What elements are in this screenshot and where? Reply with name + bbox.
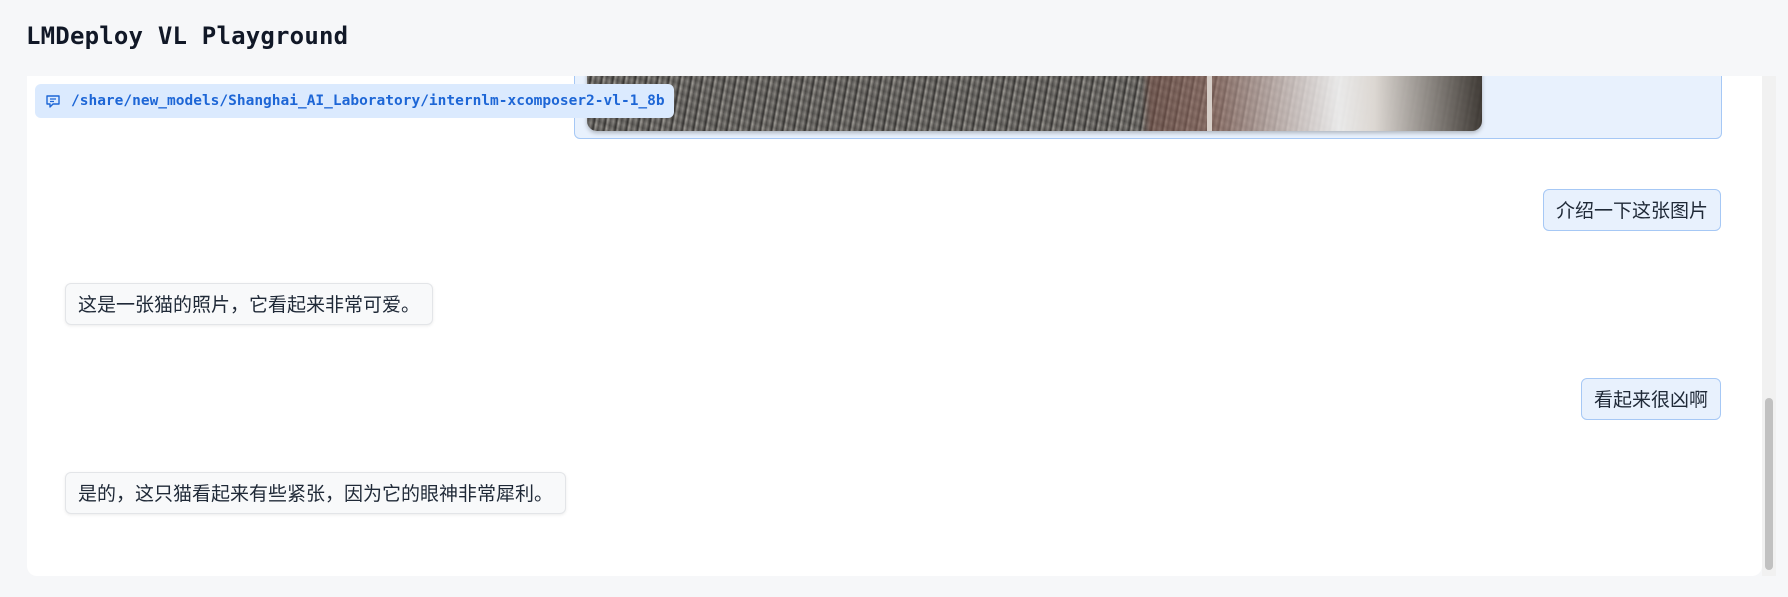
chat-scrollbar[interactable] xyxy=(1762,76,1776,576)
bot-message: 这是一张猫的照片，它看起来非常可爱。 xyxy=(65,283,434,325)
app-title: LMDeploy VL Playground xyxy=(26,22,349,50)
model-path-text: /share/new_models/Shanghai_AI_Laboratory… xyxy=(71,93,665,109)
model-label-badge: /share/new_models/Shanghai_AI_Laboratory… xyxy=(35,84,674,118)
photo-detail xyxy=(1207,76,1212,131)
user-image-message xyxy=(574,76,1722,139)
bot-message: 是的，这只猫看起来有些紧张，因为它的眼神非常犀利。 xyxy=(65,472,567,514)
chat-bubble-icon xyxy=(45,93,61,109)
cat-photo[interactable] xyxy=(587,76,1482,131)
user-message: 看起来很凶啊 xyxy=(1580,378,1721,420)
user-message: 介绍一下这张图片 xyxy=(1542,189,1721,231)
chatbot-panel[interactable]: /share/new_models/Shanghai_AI_Laboratory… xyxy=(27,76,1762,576)
scrollbar-thumb[interactable] xyxy=(1765,398,1773,570)
